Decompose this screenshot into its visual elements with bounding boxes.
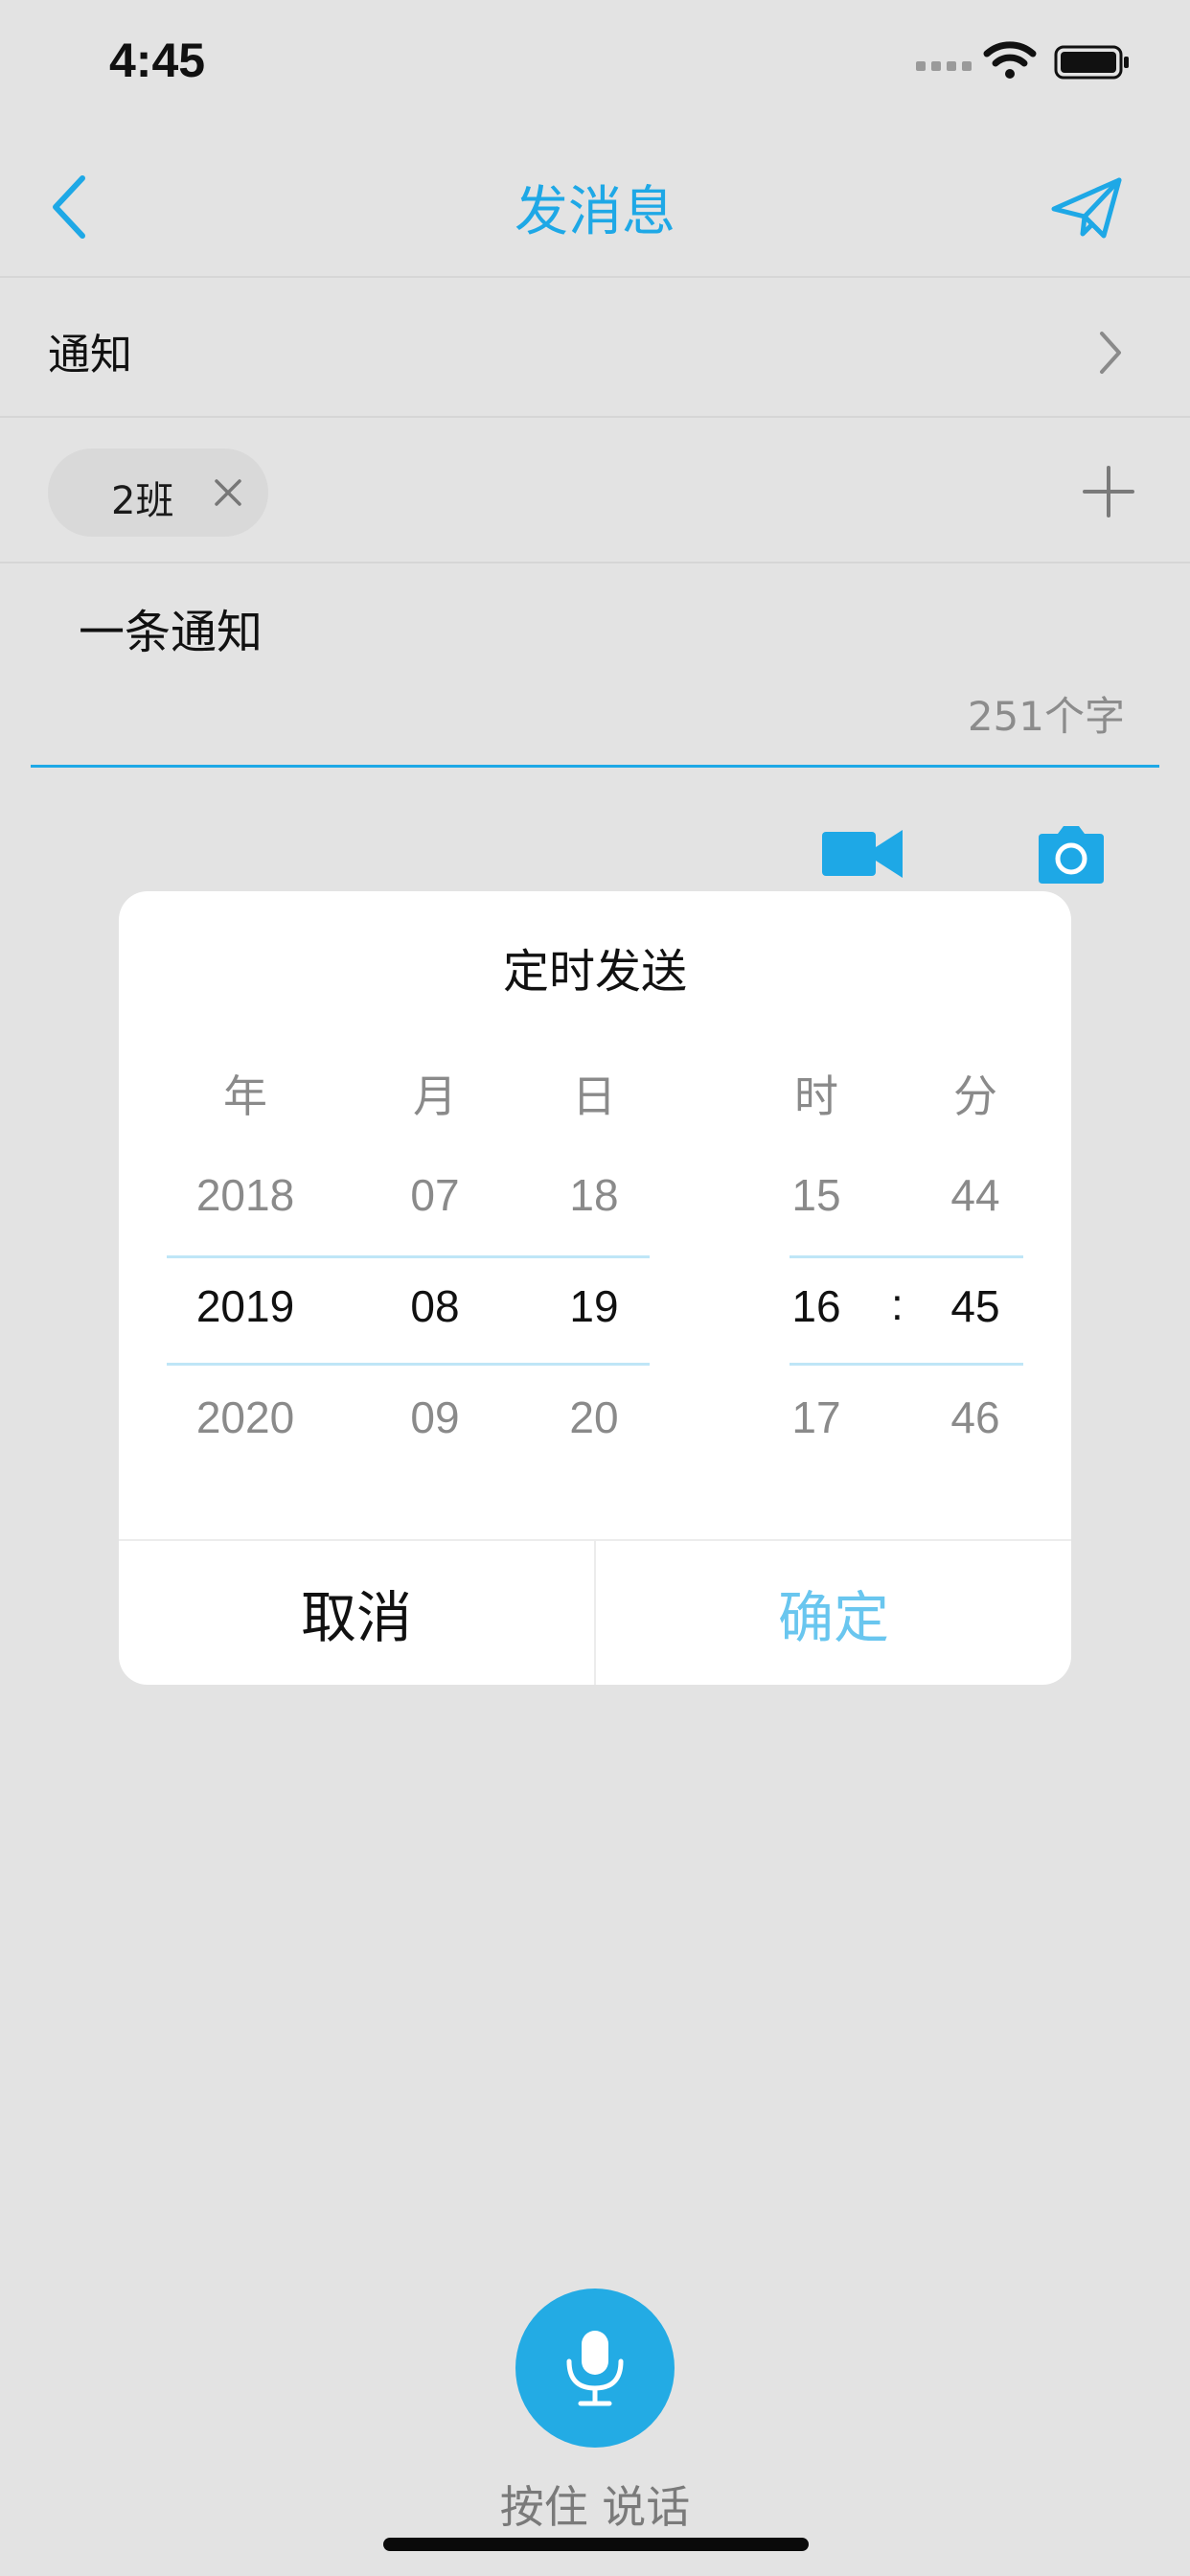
message-input[interactable]: 一条通知 [79, 594, 263, 661]
cancel-button[interactable]: 取消 [119, 1541, 594, 1685]
year-selected: 2019 [195, 1281, 295, 1331]
minute-next: 46 [950, 1392, 1000, 1442]
status-time: 4:45 [109, 34, 206, 87]
year-wheel[interactable]: 2018 2019 2020 [149, 1169, 341, 1476]
minute-selected: 45 [950, 1281, 1000, 1331]
cellular-signal-icon [916, 59, 973, 73]
day-header: 日 [572, 1070, 616, 1122]
home-indicator [383, 2538, 809, 2551]
recipient-chip[interactable]: 2班 [48, 448, 268, 537]
chevron-right-icon[interactable] [1096, 328, 1125, 378]
send-icon[interactable] [1050, 174, 1123, 242]
add-icon[interactable] [1083, 466, 1134, 518]
message-type-label[interactable]: 通知 [48, 320, 132, 381]
divider [0, 276, 1190, 278]
year-next: 2020 [195, 1392, 295, 1442]
close-icon[interactable] [213, 477, 243, 508]
recipient-chip-label: 2班 [111, 479, 174, 523]
hold-to-talk-label: 按住 说话 [499, 2481, 691, 2533]
confirm-button[interactable]: 确定 [596, 1541, 1071, 1685]
camera-icon[interactable] [1039, 824, 1104, 884]
battery-icon [1054, 45, 1129, 80]
year-header: 年 [223, 1070, 267, 1122]
day-selected: 19 [569, 1281, 619, 1331]
minute-wheel[interactable]: 44 45 46 [880, 1169, 1071, 1476]
year-prev: 2018 [195, 1170, 295, 1220]
page-title: 发消息 [515, 181, 675, 243]
divider [0, 562, 1190, 564]
video-icon[interactable] [822, 826, 903, 882]
minute-prev: 44 [950, 1170, 1000, 1220]
char-count: 251个字 [967, 693, 1125, 740]
wifi-icon [983, 41, 1037, 79]
day-next: 20 [569, 1392, 619, 1442]
microphone-icon [566, 2331, 624, 2406]
hold-to-talk-button[interactable] [515, 2288, 675, 2448]
input-underline [31, 765, 1159, 768]
dialog-title: 定时发送 [502, 945, 687, 999]
hour-header: 时 [794, 1070, 838, 1122]
month-header: 月 [413, 1070, 457, 1122]
day-prev: 18 [569, 1170, 619, 1220]
schedule-dialog: 定时发送 年 月 日 时 分 2018 2019 2020 07 08 09 1… [119, 891, 1071, 1685]
divider [0, 416, 1190, 418]
minute-header: 分 [953, 1070, 997, 1122]
day-wheel[interactable]: 18 19 20 [498, 1169, 690, 1476]
